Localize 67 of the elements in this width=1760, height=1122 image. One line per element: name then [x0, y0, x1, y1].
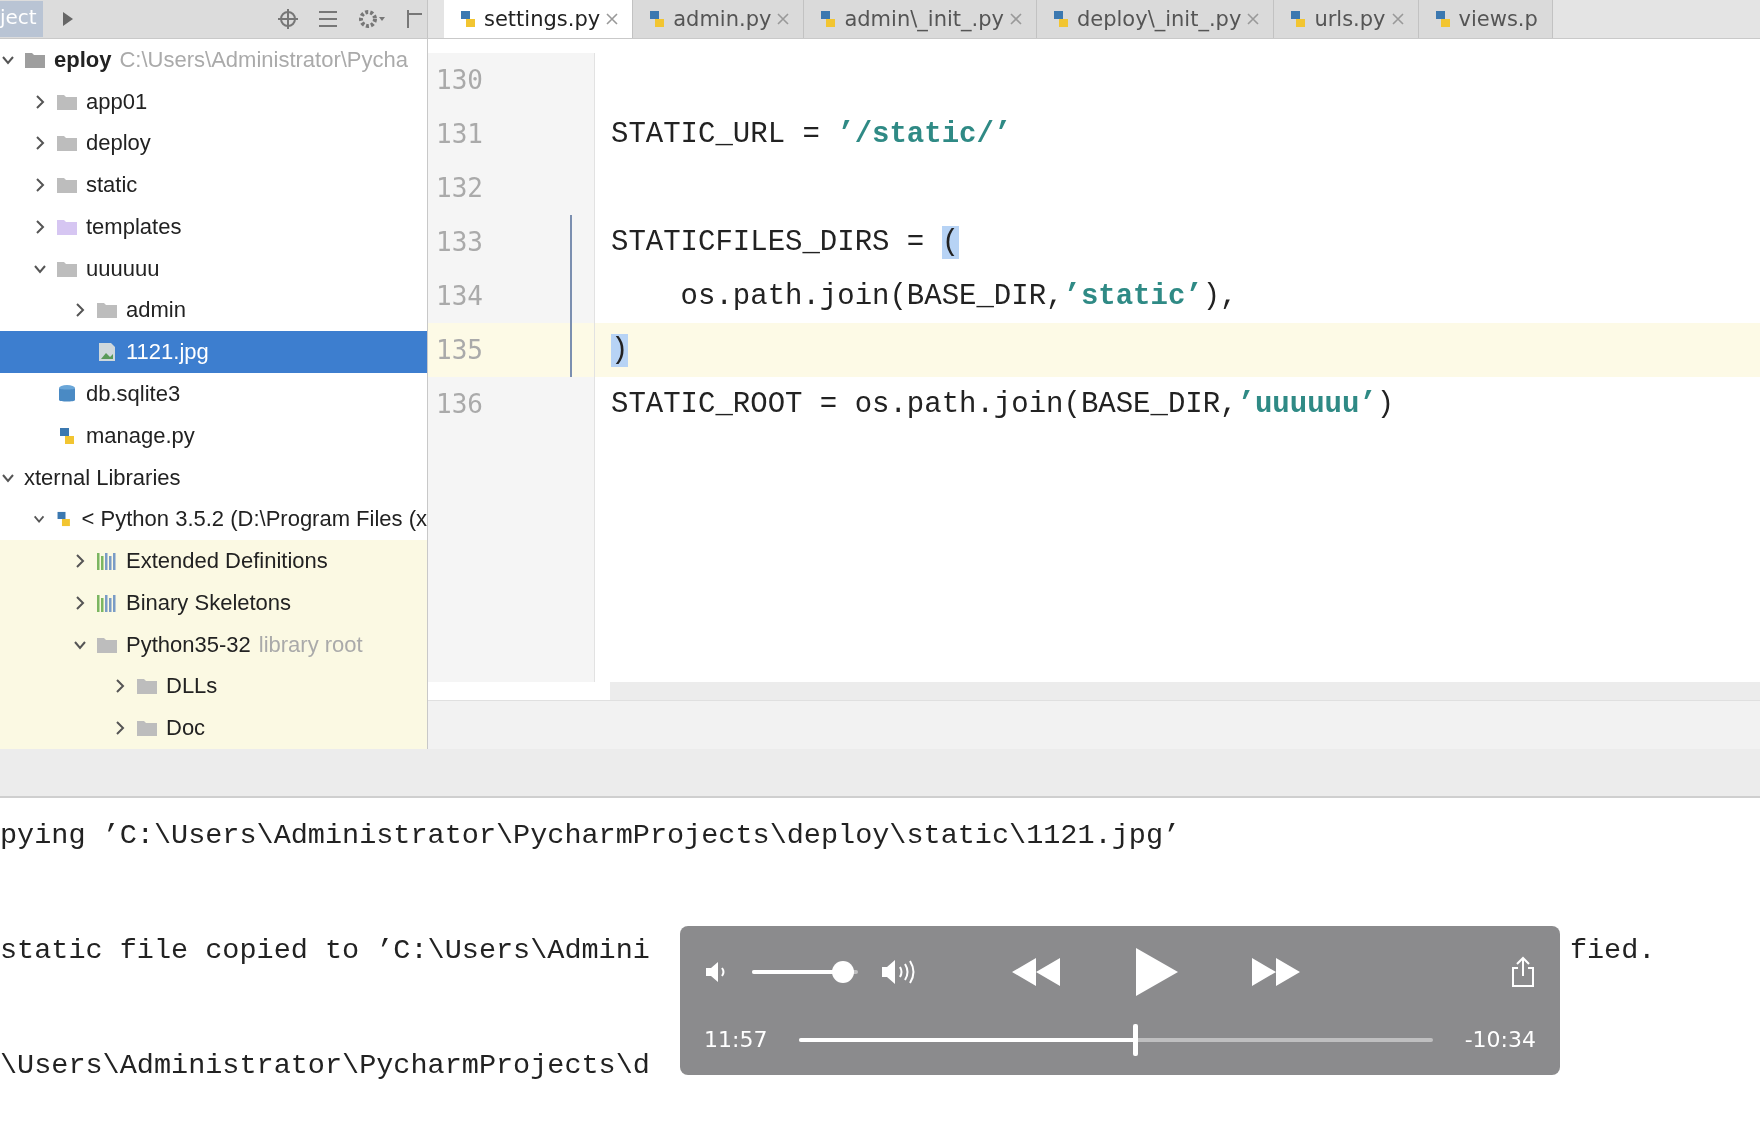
- tree-item[interactable]: db.sqlite3: [0, 373, 427, 415]
- file-tab[interactable]: admin\_init_.py: [804, 0, 1037, 38]
- close-icon[interactable]: [777, 13, 790, 25]
- line-number: 132: [436, 173, 483, 203]
- console-output: \Users\Administrator\PycharmProjects\d: [0, 1048, 650, 1082]
- folder-icon: [136, 676, 158, 697]
- console-output: fied.: [1569, 933, 1656, 967]
- tree-item[interactable]: app01: [0, 80, 427, 123]
- path-hint: library root: [258, 631, 363, 658]
- tree-item[interactable]: DLLs: [0, 665, 427, 708]
- library-icon: [96, 592, 118, 613]
- share-icon[interactable]: [1510, 956, 1536, 988]
- code-line: STATIC_URL = ’/static/’: [610, 116, 1013, 153]
- file-tab[interactable]: views.p: [1418, 0, 1553, 38]
- folder-icon: [136, 718, 158, 739]
- line-number: 134: [436, 281, 483, 311]
- tree-item[interactable]: xternal Libraries: [0, 456, 427, 499]
- play-arrow-icon[interactable]: [60, 11, 75, 27]
- tree-item[interactable]: eploy C:\Users\Administrator\Pycha: [0, 39, 427, 81]
- close-icon[interactable]: [1247, 13, 1260, 25]
- line-number: 131: [436, 119, 483, 149]
- code-line: STATIC_ROOT = os.path.join(BASE_DIR,’uuuuuu’): [610, 386, 1396, 423]
- library-icon: [96, 551, 118, 572]
- folder-icon: [96, 300, 118, 321]
- tree-item[interactable]: static: [0, 164, 427, 207]
- tree-item[interactable]: deploy: [0, 122, 427, 165]
- playhead[interactable]: [1133, 1023, 1138, 1056]
- close-icon[interactable]: [1009, 13, 1022, 25]
- tree-item[interactable]: admin: [0, 289, 427, 332]
- path-hint: C:\Users\Administrator\Pycha: [119, 46, 408, 73]
- console-output: pying ’C:\Users\Administrator\PycharmProjects\deploy\static\1121.jpg’: [0, 818, 1181, 852]
- rewind-button[interactable]: [1010, 956, 1062, 988]
- folder-icon: [56, 175, 78, 196]
- file-tab[interactable]: urls.py: [1274, 0, 1419, 38]
- collapse-icon[interactable]: [317, 8, 339, 30]
- fast-forward-button[interactable]: [1250, 956, 1302, 988]
- folder-icon: [56, 133, 78, 154]
- tree-item[interactable]: Binary Skeletons: [0, 581, 427, 624]
- close-icon[interactable]: [1391, 13, 1404, 25]
- tree-item[interactable]: manage.py: [0, 414, 427, 457]
- elapsed-time: 11:57: [704, 1027, 768, 1052]
- remaining-time: -10:34: [1464, 1027, 1536, 1052]
- tree-item[interactable]: Extended Definitions: [0, 540, 427, 582]
- line-number: 135: [436, 335, 483, 365]
- line-number: 136: [436, 389, 483, 419]
- tree-item[interactable]: 1121.jpg: [0, 331, 427, 374]
- close-icon[interactable]: [606, 13, 619, 25]
- database-icon: [56, 384, 78, 404]
- target-icon[interactable]: [277, 8, 299, 30]
- line-number: 133: [436, 227, 483, 257]
- file-tab[interactable]: settings.py: [444, 0, 634, 38]
- code-line: STATICFILES_DIRS = (: [610, 224, 961, 261]
- file-tab[interactable]: deploy\_init_.py: [1036, 0, 1275, 38]
- settings-icon[interactable]: [357, 8, 387, 30]
- code-line: os.path.join(BASE_DIR,’static’),: [679, 278, 1239, 315]
- tree-item[interactable]: templates: [0, 206, 427, 248]
- python-file-icon: [458, 9, 478, 29]
- line-number: 130: [436, 65, 483, 95]
- tree-item[interactable]: < Python 3.5.2 (D:\Program Files (x: [0, 498, 427, 541]
- file-tab[interactable]: admin.py: [633, 0, 805, 38]
- tree-item[interactable]: uuuuuu: [0, 247, 427, 290]
- tree-item[interactable]: Python35-32 library root: [0, 623, 427, 666]
- tree-item[interactable]: Doc: [0, 707, 427, 749]
- horizontal-scrollbar[interactable]: [610, 682, 1760, 700]
- volume-thumb[interactable]: [832, 961, 855, 983]
- console-output: static file copied to ’C:\Users\Admini: [0, 933, 650, 967]
- image-file-icon: [96, 342, 118, 363]
